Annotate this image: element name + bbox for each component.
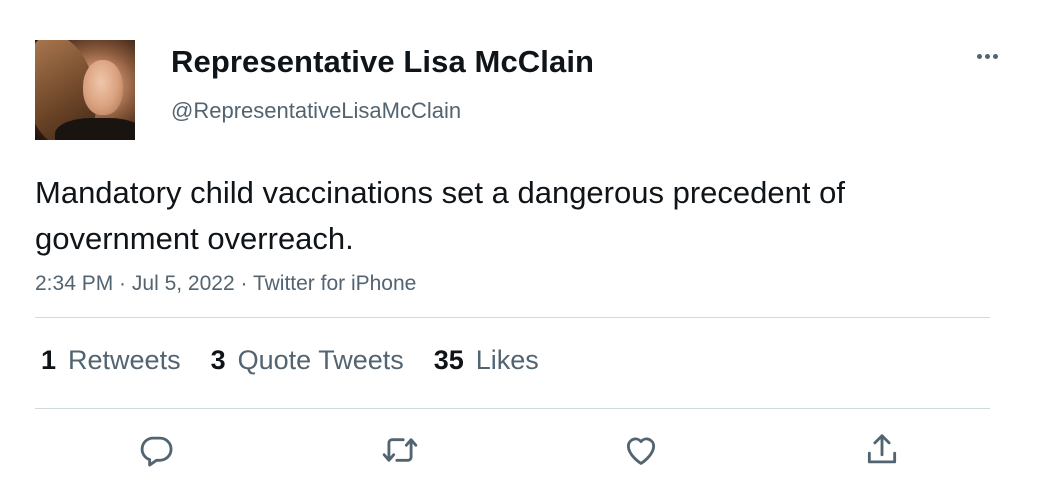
retweets-stat[interactable]: 1 Retweets [41, 345, 181, 376]
tweet-text: Mandatory child vaccinations set a dange… [35, 175, 845, 256]
more-options-icon[interactable] [972, 46, 1002, 66]
retweet-button[interactable] [380, 430, 420, 470]
more-dot [976, 53, 982, 59]
reply-button[interactable] [136, 430, 176, 470]
tweet-time[interactable]: 2:34 PM [35, 272, 113, 295]
divider [35, 408, 990, 409]
quote-tweets-count: 3 [210, 344, 226, 375]
avatar-shoulder [55, 118, 135, 140]
tweet-stats: 1 Retweets 3 Quote Tweets 35 Likes [41, 340, 569, 380]
likes-count: 35 [433, 344, 464, 375]
tweet-source[interactable]: Twitter for iPhone [253, 272, 416, 295]
tweet-meta: 2:34 PM · Jul 5, 2022 · Twitter for iPho… [35, 272, 416, 296]
likes-stat[interactable]: 35 Likes [434, 345, 539, 376]
share-icon [867, 434, 897, 464]
divider [35, 317, 990, 318]
share-button[interactable] [862, 430, 902, 470]
more-dot [984, 53, 990, 59]
tweet-card: Representative Lisa McClain @Representat… [0, 0, 1050, 480]
quote-tweets-label: Quote Tweets [237, 344, 404, 375]
like-button[interactable] [621, 430, 661, 470]
retweet-icon [382, 438, 418, 462]
avatar[interactable] [35, 40, 135, 140]
retweets-label: Retweets [68, 344, 181, 375]
more-dot [992, 53, 998, 59]
retweets-count: 1 [41, 344, 57, 375]
tweet-date[interactable]: Jul 5, 2022 [132, 272, 235, 295]
like-icon [626, 437, 656, 465]
reply-icon [140, 436, 173, 467]
quote-tweets-stat[interactable]: 3 Quote Tweets [211, 345, 404, 376]
author-display-name[interactable]: Representative Lisa McClain [171, 44, 594, 80]
avatar-face [83, 60, 123, 115]
likes-label: Likes [475, 344, 539, 375]
meta-separator: · [234, 272, 253, 295]
author-handle[interactable]: @RepresentativeLisaMcClain [171, 98, 461, 124]
meta-separator: · [113, 272, 132, 295]
